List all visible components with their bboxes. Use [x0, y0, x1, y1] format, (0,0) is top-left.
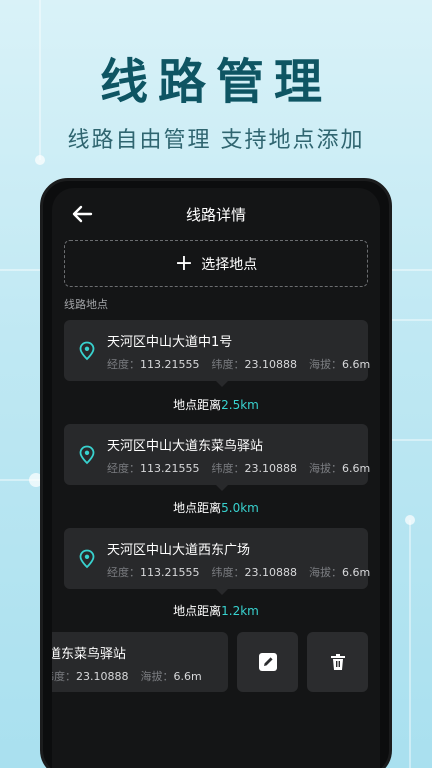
delete-button[interactable] — [307, 632, 368, 692]
select-location-button[interactable]: + 选择地点 — [64, 240, 368, 287]
top-bar: 线路详情 — [52, 188, 380, 238]
location-card[interactable]: 天河区中山大道东菜鸟驿站 经度：113.21555 纬度：23.10888 海拔：6… — [64, 424, 371, 491]
location-name: 天河区中山大道东菜鸟驿站 — [107, 439, 264, 454]
distance-label: 地点距离2.5km — [173, 398, 259, 412]
plus-icon: + — [174, 250, 194, 276]
location-card[interactable]: 天河区中山大道中1号 经度：113.21555 纬度：23.10888 海拔：6.6… — [64, 320, 371, 387]
location-name: 天河区中山大道中1号 — [107, 335, 233, 350]
app-screen: 线路详情 + 选择地点 线路地点 天河区中山大道中1号 经度：113.21555… — [52, 188, 380, 768]
swiped-location-card[interactable]: 道东菜鸟驿站 纬度：23.10888海拔：6.6m — [52, 632, 228, 692]
location-name: 道东菜鸟驿站 — [52, 647, 127, 662]
location-pin-icon — [79, 549, 95, 569]
trash-icon — [330, 654, 345, 670]
location-name: 天河区中山大道西东广场 — [107, 543, 251, 558]
location-pin-icon — [79, 341, 95, 361]
location-card[interactable]: 天河区中山大道西东广场 经度：113.21555 纬度：23.10888 海拔：6.… — [64, 528, 371, 595]
card-pointer — [216, 485, 228, 491]
page-title: 线路详情 — [185, 206, 246, 224]
edit-button[interactable] — [237, 632, 298, 692]
card-pointer — [216, 381, 228, 387]
select-location-label: 选择地点 — [201, 256, 258, 273]
distance-label: 地点距离5.0km — [173, 501, 259, 515]
location-pin-icon — [79, 445, 95, 465]
card-pointer — [216, 589, 228, 595]
section-label: 线路地点 — [64, 298, 108, 311]
location-meta: 纬度：23.10888海拔：6.6m — [52, 670, 202, 683]
distance-label: 地点距离1.2km — [173, 604, 259, 618]
location-meta: 经度：113.21555 纬度：23.10888 海拔：6.6m — [107, 358, 371, 371]
location-meta: 经度：113.21555 纬度：23.10888 海拔：6.6m — [107, 462, 371, 475]
promo-title: 线路管理 — [99, 54, 332, 110]
location-meta: 经度：113.21555 纬度：23.10888 海拔：6.6m — [107, 566, 371, 579]
promo-subtitle: 线路自由管理 支持地点添加 — [67, 128, 365, 153]
edit-icon — [258, 653, 277, 671]
